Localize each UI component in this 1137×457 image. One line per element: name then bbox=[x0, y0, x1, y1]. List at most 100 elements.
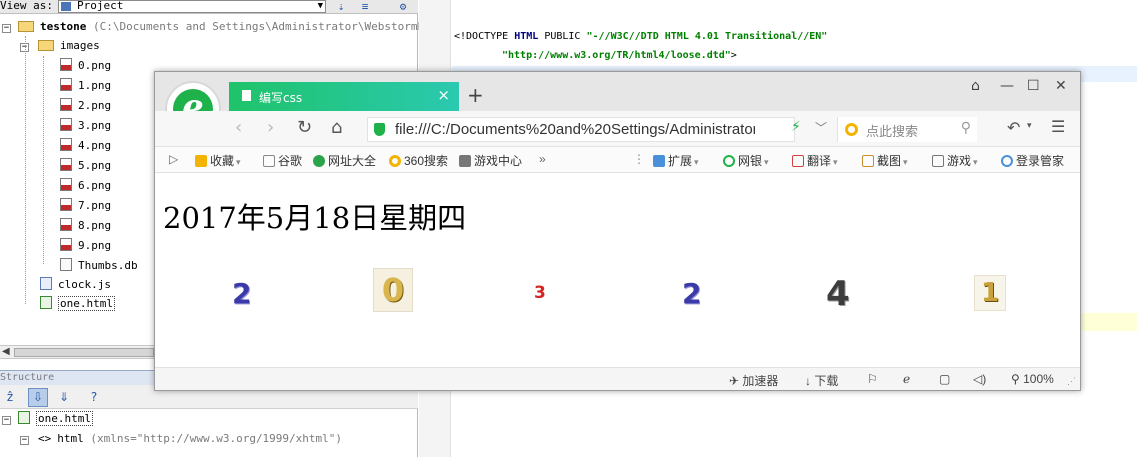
scroll-left-icon[interactable]: ◀ bbox=[2, 346, 10, 357]
maximize-icon[interactable]: ☐ bbox=[1027, 78, 1040, 94]
tree-item-3png[interactable]: 3.png bbox=[60, 117, 111, 135]
tree-item-1png[interactable]: 1.png bbox=[60, 77, 111, 95]
refresh-icon[interactable]: ↻ bbox=[297, 117, 312, 138]
gear-icon[interactable]: ⚙ bbox=[396, 0, 410, 13]
tool-extensions[interactable]: 扩展 ▾ bbox=[653, 152, 699, 169]
more-dots-icon[interactable]: ⋮ bbox=[633, 152, 645, 166]
tool-login-manager[interactable]: 登录管家 bbox=[1001, 152, 1064, 169]
close-tab-icon[interactable]: × bbox=[437, 86, 450, 104]
window-icon[interactable]: ▢ bbox=[939, 372, 950, 386]
bookmark-hao360[interactable]: 网址大全 bbox=[313, 152, 376, 169]
structure-item-onehtml[interactable]: one.html bbox=[18, 410, 93, 428]
code-line-1[interactable]: <!DOCTYPE HTML PUBLIC "-//W3C//DTD HTML … bbox=[454, 31, 827, 42]
search-engine-icon bbox=[845, 123, 858, 136]
autoscroll-to-source-icon[interactable]: ⇩ bbox=[28, 388, 48, 407]
minimize-icon[interactable]: — bbox=[1000, 78, 1014, 94]
tree-item-onehtml[interactable]: one.html bbox=[40, 295, 115, 313]
tree-item-0png[interactable]: 0.png bbox=[60, 57, 111, 75]
search-icon[interactable]: ⚲ bbox=[961, 120, 971, 136]
file-label: 4.png bbox=[78, 139, 112, 152]
chevron-down-icon[interactable]: ▾ bbox=[1027, 121, 1032, 131]
collapse-toggle-icon[interactable]: − bbox=[2, 24, 11, 33]
bookmark-favorites[interactable]: 收藏 ▾ bbox=[195, 152, 241, 169]
volume-icon[interactable]: ◁) bbox=[973, 372, 986, 386]
download-button[interactable]: ↓ 下载 bbox=[805, 372, 838, 389]
collapse-toggle-icon[interactable]: − bbox=[2, 416, 11, 425]
png-file-icon bbox=[60, 58, 72, 71]
tree-item-8png[interactable]: 8.png bbox=[60, 217, 111, 235]
tree-guide-line bbox=[25, 36, 26, 304]
bolt-icon[interactable]: ⚡ bbox=[791, 119, 801, 135]
tree-item-5png[interactable]: 5.png bbox=[60, 157, 111, 175]
zoom-icon: ⚲ bbox=[1011, 372, 1024, 386]
help-icon[interactable]: ? bbox=[84, 388, 104, 407]
tree-item-2png[interactable]: 2.png bbox=[60, 97, 111, 115]
new-tab-button[interactable]: + bbox=[467, 83, 484, 107]
autoscroll-from-source-icon[interactable]: ⇓ bbox=[54, 388, 74, 407]
tree-item-7png[interactable]: 7.png bbox=[60, 197, 111, 215]
accelerator-button[interactable]: ✈ 加速器 bbox=[729, 372, 778, 389]
chevron-down-icon: ▾ bbox=[764, 157, 769, 167]
gamepad-icon bbox=[459, 155, 471, 167]
sort-alpha-icon[interactable]: ẑ bbox=[0, 388, 20, 407]
tab-active[interactable]: 编写css × bbox=[229, 82, 459, 111]
html-file-icon bbox=[40, 296, 52, 309]
zoom-control[interactable]: ⚲ 100% bbox=[1011, 372, 1054, 386]
flag-icon[interactable]: ⚐ bbox=[867, 372, 878, 386]
code-line-2[interactable]: "http://www.w3.org/TR/html4/loose.dtd"> bbox=[502, 50, 737, 61]
clock-digit-image: 3 bbox=[534, 283, 546, 303]
download-label: 下载 bbox=[814, 374, 839, 388]
bookmark-google[interactable]: 谷歌 bbox=[263, 152, 302, 169]
clock-digit-image: 4 bbox=[826, 274, 850, 314]
tree-item-thumbsdb[interactable]: Thumbs.db bbox=[60, 257, 138, 275]
search-input[interactable]: 点此搜索 ⚲ bbox=[837, 117, 977, 142]
close-window-icon[interactable]: ✕ bbox=[1055, 78, 1067, 94]
file-label: 7.png bbox=[78, 199, 112, 212]
search-engine-icon bbox=[389, 155, 401, 167]
png-file-icon bbox=[60, 198, 72, 211]
address-bar[interactable]: file:///C:/Documents%20and%20Settings/Ad… bbox=[367, 117, 795, 142]
tree-item-testone[interactable]: testone (C:\Documents and Settings\Admin… bbox=[18, 18, 451, 36]
structure-label: html bbox=[57, 432, 84, 445]
skin-icon[interactable]: ⌂ bbox=[971, 78, 980, 94]
forward-icon[interactable]: › bbox=[267, 117, 274, 138]
structure-item-html[interactable]: <> html (xmlns="http://www.w3.org/1999/xh… bbox=[38, 430, 342, 448]
chevron-down-icon[interactable]: ﹀ bbox=[815, 119, 827, 136]
resize-grip-icon[interactable]: ⋰ bbox=[1067, 376, 1076, 387]
png-file-icon bbox=[60, 78, 72, 91]
ie-icon[interactable]: ℯ bbox=[903, 372, 910, 386]
clock-digit-image: 0 bbox=[373, 268, 413, 312]
undo-icon[interactable]: ↶ bbox=[1007, 118, 1020, 137]
tree-item-4png[interactable]: 4.png bbox=[60, 137, 111, 155]
tree-item-clockjs[interactable]: clock.js bbox=[40, 276, 111, 294]
tool-games[interactable]: 游戏 ▾ bbox=[932, 152, 978, 169]
sidebar-toggle-icon[interactable]: ▷ bbox=[169, 152, 178, 166]
browser-titlebar: 编写css × + ⌂ — ☐ ✕ bbox=[155, 72, 1080, 111]
view-as-label: View as: bbox=[0, 0, 53, 12]
tree-item-9png[interactable]: 9.png bbox=[60, 237, 111, 255]
collapse-all-icon[interactable]: ≡ bbox=[358, 0, 372, 13]
file-label: Thumbs.db bbox=[78, 259, 138, 272]
tree-item-6png[interactable]: 6.png bbox=[60, 177, 111, 195]
browser-window: 编写css × + ⌂ — ☐ ✕ e ‹ › ↻ ⌂ file:///C:/D… bbox=[154, 71, 1081, 391]
menu-icon[interactable]: ☰ bbox=[1051, 117, 1065, 136]
home-icon[interactable]: ⌂ bbox=[331, 117, 342, 138]
view-as-select[interactable]: Project ▼ bbox=[58, 0, 326, 13]
bookmark-games[interactable]: 游戏中心 bbox=[459, 152, 522, 169]
back-icon[interactable]: ‹ bbox=[235, 117, 242, 138]
tool-translate[interactable]: 翻译 ▾ bbox=[792, 152, 838, 169]
bookmarks-more[interactable]: » bbox=[539, 152, 546, 166]
tool-bank[interactable]: 网银 ▾ bbox=[723, 152, 769, 169]
key-icon bbox=[1001, 155, 1013, 167]
collapse-toggle-icon[interactable]: − bbox=[20, 436, 29, 445]
project-icon bbox=[61, 2, 71, 11]
structure-title-text: Structure bbox=[0, 372, 55, 383]
tree-item-images[interactable]: images bbox=[38, 37, 100, 55]
scrollbar-thumb[interactable] bbox=[14, 348, 154, 357]
view-as-value: Project bbox=[77, 0, 124, 12]
url-text: file:///C:/Documents%20and%20Settings/Ad… bbox=[395, 121, 755, 138]
bookmark-so360[interactable]: 360搜索 bbox=[389, 152, 448, 169]
scroll-to-source-icon[interactable]: ⇣ bbox=[334, 0, 348, 13]
tool-screenshot[interactable]: 截图 ▾ bbox=[862, 152, 908, 169]
structure-label: one.html bbox=[36, 411, 93, 426]
